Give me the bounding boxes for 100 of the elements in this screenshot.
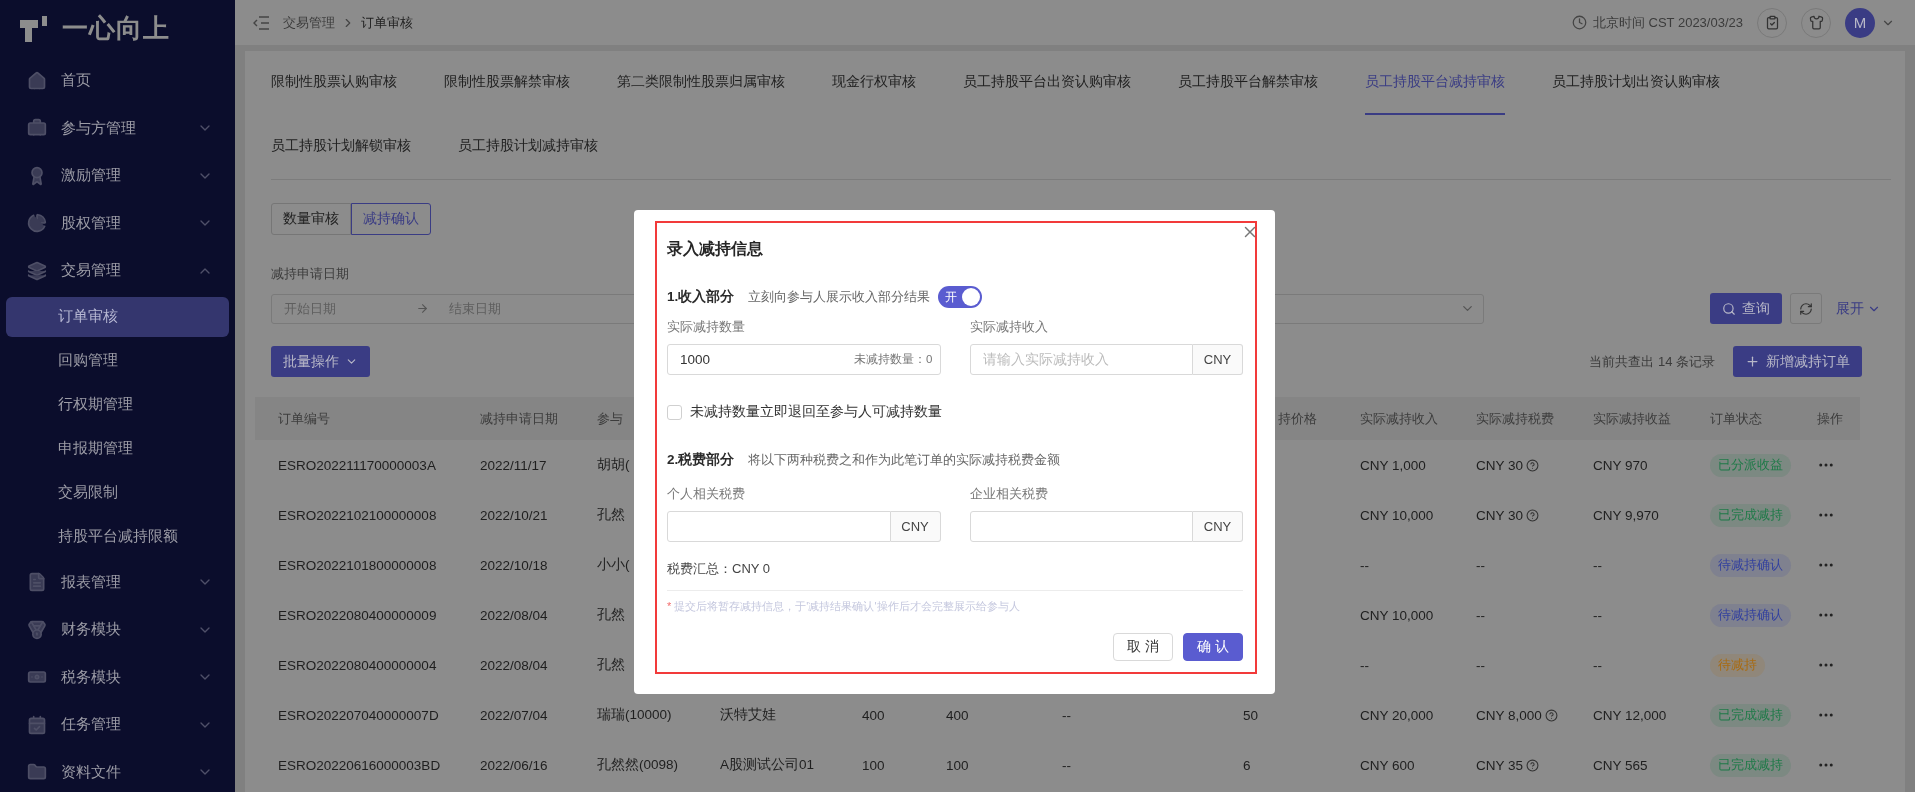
table-cell: -- <box>1476 607 1485 623</box>
column-header: 订单编号 <box>278 409 330 428</box>
menu-item[interactable]: 参与方管理 <box>0 104 235 152</box>
table-cell: 2022/11/17 <box>480 457 547 473</box>
time-text: 北京时间 CST 2023/03/23 <box>1592 13 1743 32</box>
table-cell: -- <box>1593 657 1602 673</box>
filter-label: 减持申请日期 <box>271 265 350 283</box>
submenu-item[interactable]: 交易限制 <box>6 472 229 513</box>
tab[interactable]: 员工持股计划出资认购审核 <box>1552 51 1720 115</box>
menu-item[interactable]: 任务管理 <box>0 701 235 749</box>
table-cell: 孔然 <box>597 606 625 624</box>
status-tag: 已完成减持 <box>1710 503 1791 527</box>
table-cell: 400 <box>946 707 969 723</box>
table-cell: -- <box>1476 557 1485 573</box>
field-label: 个人相关税费 <box>667 485 746 503</box>
help-icon[interactable] <box>1544 708 1558 722</box>
table-cell: 2022/10/18 <box>480 557 548 573</box>
document-icon <box>27 572 47 593</box>
checkbox-label: 未减持数量立即退回至参与人可减持数量 <box>690 403 942 421</box>
collapse-menu-icon[interactable] <box>253 15 269 30</box>
table-cell: -- <box>1593 607 1602 623</box>
clipboard-button[interactable] <box>1757 7 1787 38</box>
submenu-item[interactable]: 回购管理 <box>6 340 229 381</box>
menu-item[interactable]: 首页 <box>0 57 235 105</box>
submenu-item[interactable]: 申报期管理 <box>6 428 229 469</box>
help-icon[interactable] <box>1526 758 1540 772</box>
search-button[interactable]: 查询 <box>1710 293 1782 324</box>
table-cell: -- <box>1062 707 1071 723</box>
table-cell: CNY 1,000 <box>1360 457 1426 473</box>
table-cell: CNY 30 <box>1476 507 1540 523</box>
section-heading: 2.税费部分 <box>667 451 735 469</box>
tab[interactable]: 限制性股票解禁审核 <box>444 51 570 115</box>
tab[interactable]: 员工持股平台减持审核 <box>1365 51 1505 115</box>
plus-icon <box>1745 354 1760 369</box>
shirt-icon <box>1808 15 1824 30</box>
add-order-button[interactable]: 新增减持订单 <box>1733 346 1862 377</box>
menu-item[interactable]: 资料文件 <box>0 748 235 792</box>
help-icon[interactable] <box>1526 508 1540 522</box>
field-label: 实际减持收入 <box>969 318 1049 336</box>
status-tag: 待减持确认 <box>1710 603 1791 627</box>
menu-item[interactable]: 激励管理 <box>0 152 235 200</box>
input-field[interactable]: 请输入实际减持收入 <box>969 344 1193 375</box>
clipboard-check-icon <box>1764 15 1780 30</box>
confirm-button[interactable]: 确 认 <box>1183 633 1243 661</box>
submenu-item[interactable]: 订单审核 <box>6 296 229 337</box>
table-cell: ESRO202207040000007D <box>278 707 439 723</box>
logo-text: 一心向上 <box>62 12 170 45</box>
table-cell: CNY 30 <box>1476 457 1540 473</box>
refresh-icon <box>1799 301 1813 316</box>
table-cell: CNY 12,000 <box>1593 707 1667 723</box>
tab[interactable]: 第二类限制性股票归属审核 <box>617 51 785 115</box>
table-cell: 100 <box>946 757 969 773</box>
menu-item[interactable]: 交易管理 <box>0 247 235 295</box>
tax-total-text: 税费汇总：CNY 0 <box>667 560 1243 591</box>
table-cell: 瑞瑞(10000) <box>597 706 672 724</box>
tab[interactable]: 员工持股计划解锁审核 <box>271 115 411 179</box>
table-cell: CNY 565 <box>1593 757 1648 773</box>
status-tag: 已分派收益 <box>1710 453 1791 477</box>
table-cell: ESRO202211170000003A <box>278 457 436 473</box>
table-cell: 2022/08/04 <box>480 607 548 623</box>
menu-item[interactable]: 税务模块 <box>0 653 235 701</box>
batch-operation-button[interactable]: 批量操作 <box>271 346 370 377</box>
help-icon[interactable] <box>1526 458 1540 472</box>
section-description: 将以下两种税费之和作为此笔订单的实际减持税费金额 <box>748 451 1061 469</box>
submenu-item[interactable]: 行权期管理 <box>6 384 229 425</box>
tab[interactable]: 员工持股平台解禁审核 <box>1178 51 1318 115</box>
user-avatar[interactable]: M <box>1845 7 1875 38</box>
tab[interactable]: 员工持股计划减持审核 <box>458 115 598 179</box>
table-cell: 2022/07/04 <box>480 707 548 723</box>
input-field[interactable] <box>667 511 891 542</box>
menu-item[interactable]: 股权管理 <box>0 199 235 247</box>
table-cell: ESRO2022080400000009 <box>278 607 437 623</box>
breadcrumb-link[interactable]: 订单审核 <box>361 13 413 32</box>
checkbox[interactable] <box>667 404 682 420</box>
tab[interactable]: 现金行权审核 <box>832 51 916 115</box>
menu-item[interactable]: 报表管理 <box>0 558 235 606</box>
cancel-button[interactable]: 取 消 <box>1113 633 1174 661</box>
tab[interactable]: 限制性股票认购审核 <box>271 51 397 115</box>
calendar-check-icon <box>27 714 47 735</box>
table-cell: 孔然 <box>597 506 625 524</box>
column-header: 实际减持收益 <box>1593 409 1671 428</box>
shirt-button[interactable] <box>1801 7 1831 38</box>
status-tag: 待减持 <box>1710 653 1765 677</box>
table-cell: CNY 8,000 <box>1476 707 1558 723</box>
segment-button[interactable]: 数量审核 <box>271 203 351 235</box>
column-header: 订单状态 <box>1710 409 1762 428</box>
refresh-button[interactable] <box>1790 293 1822 324</box>
input-field[interactable] <box>969 511 1193 542</box>
toggle-switch[interactable]: 开 <box>938 286 983 308</box>
expand-link[interactable]: 展开 <box>1830 299 1881 318</box>
tab[interactable]: 员工持股平台出资认购审核 <box>963 51 1131 115</box>
menu-item[interactable]: 财务模块 <box>0 606 235 654</box>
table-cell: 2022/10/21 <box>480 507 548 523</box>
table-cell: 小小( <box>597 556 630 574</box>
column-header: 参与 <box>597 409 623 428</box>
table-cell: ESRO20220616000003BD <box>278 757 441 773</box>
segment-button[interactable]: 减持确认 <box>351 203 431 235</box>
briefcase-icon <box>27 118 47 139</box>
submenu-item[interactable]: 持股平台减持限额 <box>6 516 229 557</box>
breadcrumb-link[interactable]: 交易管理 <box>283 13 335 32</box>
